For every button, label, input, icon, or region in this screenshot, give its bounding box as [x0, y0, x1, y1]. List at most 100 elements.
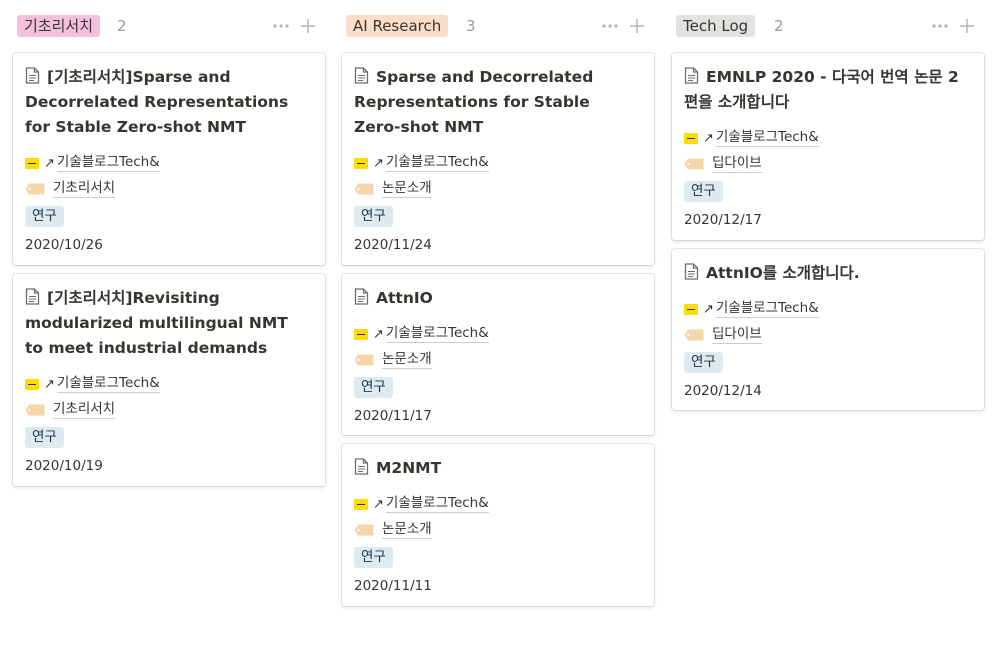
card-date: 2020/11/24 [354, 237, 432, 253]
column-group-tag[interactable]: 기초리서치 [17, 15, 101, 37]
author-label: 기초리서치 [53, 401, 116, 419]
source-link[interactable]: ↗ 기술블로그Tech& [684, 125, 972, 151]
category-pill: 연구 [25, 205, 64, 227]
author-label: 논문소개 [382, 521, 432, 539]
category-pill: 연구 [25, 426, 64, 448]
name-tag-icon [354, 354, 374, 366]
card-date: 2020/10/26 [25, 237, 103, 253]
card-title: AttnIO [354, 286, 642, 311]
category-row: 연구 [354, 543, 642, 571]
board-card[interactable]: AttnIO ↗ 기술블로그Tech& 논문소개 연구 2020/11/17 [342, 274, 654, 435]
source-label: 기술블로그Tech& [715, 300, 819, 318]
author-row[interactable]: 논문소개 [354, 517, 642, 543]
kanban-board: 기초리서치 2 [기초리서치]Sparse and Decorrelated R… [0, 0, 1000, 648]
category-pill: 연구 [354, 376, 393, 398]
author-row[interactable]: 논문소개 [354, 176, 642, 202]
column-header: AI Research 3 [342, 0, 654, 52]
column-count: 2 [117, 17, 127, 35]
board-card[interactable]: EMNLP 2020 - 다국어 번역 논문 2편을 소개합니다 ↗ 기술블로그T… [672, 53, 984, 240]
name-tag-icon [25, 183, 45, 195]
category-pill: 연구 [354, 205, 393, 227]
source-label: 기술블로그Tech& [56, 375, 160, 393]
author-row[interactable]: 기초리서치 [25, 176, 313, 202]
column-header: 기초리서치 2 [13, 0, 325, 52]
document-icon [684, 263, 699, 280]
author-label: 기초리서치 [53, 180, 116, 198]
arrow-up-right-icon: ↗ [44, 376, 55, 392]
board-card[interactable]: [기초리서치]Revisiting modularized multilingu… [13, 274, 325, 486]
author-label: 논문소개 [382, 351, 432, 369]
board-card[interactable]: M2NMT ↗ 기술블로그Tech& 논문소개 연구 2020/11/11 [342, 444, 654, 606]
category-row: 연구 [25, 423, 313, 451]
card-title: [기초리서치]Revisiting modularized multilingu… [25, 288, 288, 357]
document-icon [354, 288, 369, 305]
tech-logo-icon [684, 303, 698, 315]
source-link[interactable]: ↗ 기술블로그Tech& [354, 491, 642, 517]
card-title: Sparse and Decorrelated Representations … [354, 67, 594, 136]
column-count: 2 [774, 17, 784, 35]
tech-logo-icon [354, 498, 368, 510]
tech-logo-icon [25, 157, 39, 169]
board-column-ai-research: AI Research 3 Sparse and Decorrelated Re… [342, 0, 654, 606]
source-label: 기술블로그Tech& [715, 129, 819, 147]
document-icon [684, 67, 699, 84]
name-tag-icon [354, 183, 374, 195]
tech-logo-icon [354, 157, 368, 169]
board-card[interactable]: [기초리서치]Sparse and Decorrelated Represent… [13, 53, 325, 265]
source-link[interactable]: ↗ 기술블로그Tech& [25, 150, 313, 176]
plus-icon[interactable] [626, 15, 648, 37]
column-group-tag[interactable]: AI Research [346, 15, 449, 37]
author-row[interactable]: 딥다이브 [684, 151, 972, 177]
card-date: 2020/12/17 [684, 212, 762, 228]
author-row[interactable]: 딥다이브 [684, 322, 972, 348]
author-row[interactable]: 기초리서치 [25, 397, 313, 423]
card-title: AttnIO를 소개합니다. [684, 261, 972, 286]
category-row: 연구 [354, 373, 642, 401]
document-icon [354, 458, 369, 475]
name-tag-icon [354, 524, 374, 536]
column-count: 3 [466, 17, 476, 35]
category-pill: 연구 [684, 180, 723, 202]
more-dots-icon[interactable] [271, 15, 291, 37]
source-link[interactable]: ↗ 기술블로그Tech& [25, 371, 313, 397]
column-header: Tech Log 2 [672, 0, 984, 52]
source-link[interactable]: ↗ 기술블로그Tech& [684, 296, 972, 322]
card-title: EMNLP 2020 - 다국어 번역 논문 2편을 소개합니다 [684, 67, 959, 111]
arrow-up-right-icon: ↗ [703, 301, 714, 317]
tech-logo-icon [25, 378, 39, 390]
source-label: 기술블로그Tech& [385, 154, 489, 172]
tech-logo-icon [684, 132, 698, 144]
board-column-research: 기초리서치 2 [기초리서치]Sparse and Decorrelated R… [13, 0, 325, 486]
more-dots-icon[interactable] [930, 15, 950, 37]
source-link[interactable]: ↗ 기술블로그Tech& [354, 321, 642, 347]
author-row[interactable]: 논문소개 [354, 347, 642, 373]
board-column-tech-log: Tech Log 2 EMNLP 2020 - 다국어 번역 논문 2편을 소개… [672, 0, 984, 410]
card-date: 2020/10/19 [25, 458, 103, 474]
source-label: 기술블로그Tech& [56, 154, 160, 172]
source-link[interactable]: ↗ 기술블로그Tech& [354, 150, 642, 176]
board-card[interactable]: Sparse and Decorrelated Representations … [342, 53, 654, 265]
arrow-up-right-icon: ↗ [703, 130, 714, 146]
card-date: 2020/11/11 [354, 578, 432, 594]
document-icon [354, 67, 369, 84]
plus-icon[interactable] [956, 15, 978, 37]
category-row: 연구 [684, 348, 972, 376]
name-tag-icon [684, 158, 704, 170]
arrow-up-right-icon: ↗ [373, 155, 384, 171]
plus-icon[interactable] [297, 15, 319, 37]
card-title: [기초리서치]Sparse and Decorrelated Represent… [25, 67, 289, 136]
author-label: 논문소개 [382, 180, 432, 198]
board-card[interactable]: AttnIO를 소개합니다. ↗ 기술블로그Tech& 딥다이브 연구 2020/… [672, 249, 984, 410]
source-label: 기술블로그Tech& [385, 325, 489, 343]
category-pill: 연구 [684, 351, 723, 373]
category-pill: 연구 [354, 546, 393, 568]
card-date: 2020/12/14 [684, 383, 762, 399]
card-date: 2020/11/17 [354, 408, 432, 424]
category-row: 연구 [25, 202, 313, 230]
arrow-up-right-icon: ↗ [373, 496, 384, 512]
arrow-up-right-icon: ↗ [373, 326, 384, 342]
column-group-tag[interactable]: Tech Log [676, 15, 756, 37]
author-label: 딥다이브 [712, 155, 762, 173]
more-dots-icon[interactable] [600, 15, 620, 37]
author-label: 딥다이브 [712, 326, 762, 344]
